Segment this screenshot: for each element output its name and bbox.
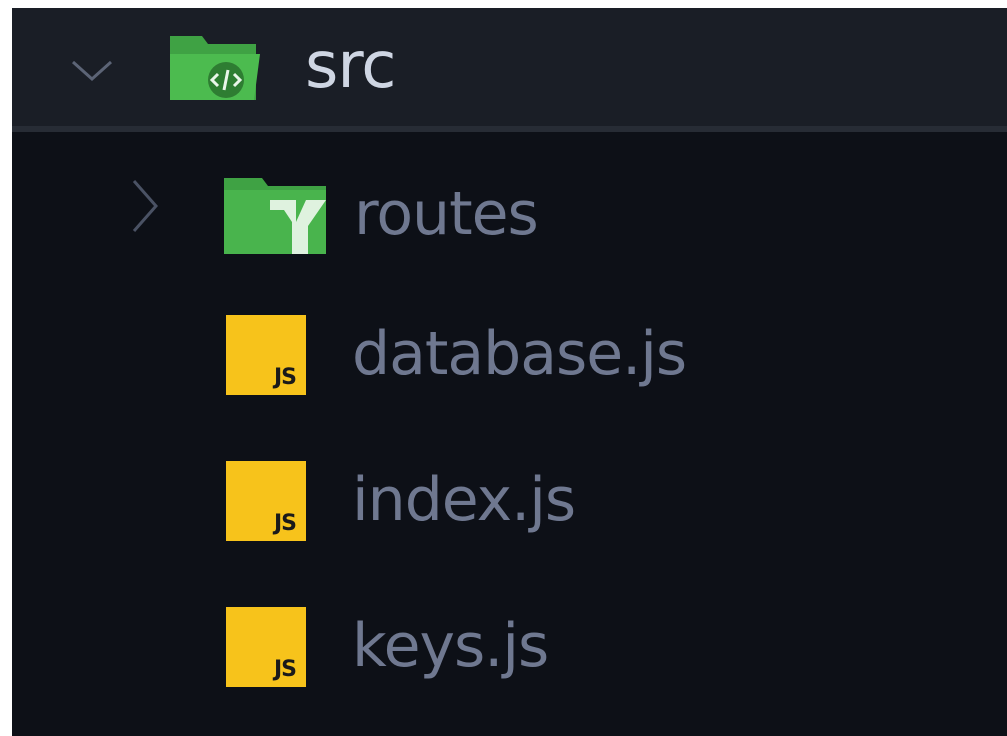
file-name-label: index.js [352, 465, 576, 535]
folder-name-label: src [305, 29, 396, 103]
javascript-file-icon: JS [226, 315, 306, 395]
tree-item-routes-folder[interactable]: routes [12, 168, 1007, 268]
tree-item-file[interactable]: JS keys.js [12, 600, 1007, 700]
sticky-header-divider [12, 126, 1007, 132]
folder-routes-icon [224, 178, 326, 254]
javascript-file-icon: JS [226, 607, 306, 687]
folder-name-label: routes [354, 179, 539, 249]
file-explorer-tree: src routes JS database.js JS index.js JS… [12, 8, 1007, 736]
tree-item-src-folder[interactable]: src [12, 8, 1007, 126]
folder-src-open-icon [170, 36, 260, 100]
chevron-down-icon[interactable] [70, 58, 114, 84]
file-name-label: keys.js [352, 611, 549, 681]
javascript-file-icon: JS [226, 461, 306, 541]
chevron-right-icon[interactable] [130, 178, 160, 234]
file-name-label: database.js [352, 319, 687, 389]
tree-item-file[interactable]: JS database.js [12, 308, 1007, 408]
tree-item-file[interactable]: JS index.js [12, 454, 1007, 554]
